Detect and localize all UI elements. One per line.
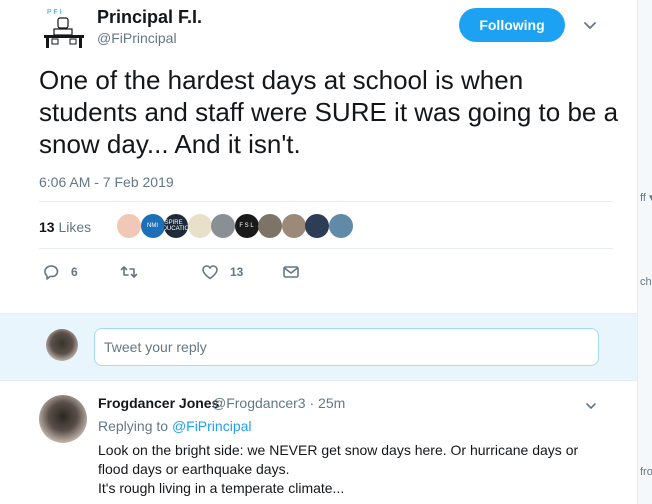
divider bbox=[39, 201, 613, 202]
author-handle[interactable]: @FiPrincipal bbox=[97, 30, 177, 46]
tweet-text: One of the hardest days at school is whe… bbox=[39, 65, 619, 159]
divider bbox=[39, 248, 613, 249]
replying-to-handle-link[interactable]: @FiPrincipal bbox=[172, 418, 252, 434]
retweet-icon bbox=[120, 266, 138, 278]
reply-composer: Tweet your reply bbox=[0, 313, 637, 381]
background-timeline-strip: ff ▾ ch fro bbox=[637, 0, 652, 504]
envelope-icon bbox=[283, 266, 299, 278]
tweet-detail-panel: P F I Principal F.I. @FiPrincipal Follow… bbox=[0, 0, 637, 504]
replying-to-prefix: Replying to bbox=[98, 418, 169, 434]
liker-avatar[interactable]: INSPIRE EDUCATION bbox=[164, 214, 188, 238]
liker-avatar[interactable]: NMI bbox=[140, 214, 165, 238]
direct-message-action[interactable] bbox=[281, 262, 301, 282]
chevron-down-icon[interactable] bbox=[583, 18, 597, 32]
likes-count: 13 bbox=[39, 219, 55, 235]
reply-author-handle[interactable]: @Frogdancer3 · 25m bbox=[212, 395, 345, 411]
following-button[interactable]: Following bbox=[459, 8, 565, 42]
reply-text-line: It's rough living in a temperate climate… bbox=[98, 480, 345, 496]
current-user-avatar[interactable] bbox=[46, 329, 78, 361]
liker-avatar[interactable]: F S L bbox=[234, 214, 259, 238]
liker-avatar[interactable] bbox=[187, 214, 212, 238]
strip-fragment: ch bbox=[640, 276, 652, 288]
reply-text-line: Look on the bright side: we NEVER get sn… bbox=[98, 442, 579, 458]
strip-fragment: ff ▾ bbox=[640, 192, 652, 204]
reply-author-avatar[interactable] bbox=[39, 395, 87, 443]
reply-action[interactable]: 6 bbox=[41, 262, 78, 282]
retweet-action[interactable] bbox=[119, 262, 139, 282]
liker-avatar[interactable] bbox=[117, 214, 141, 238]
reply-count: 6 bbox=[71, 265, 78, 279]
replying-to: Replying to @FiPrincipal bbox=[98, 418, 252, 434]
liker-avatar[interactable] bbox=[258, 214, 282, 238]
likes-summary[interactable]: 13 Likes bbox=[39, 219, 91, 235]
liker-avatar[interactable] bbox=[211, 214, 235, 238]
tweet-timestamp[interactable]: 6:06 AM - 7 Feb 2019 bbox=[39, 174, 174, 190]
logo-letters: P F I bbox=[47, 9, 62, 16]
reply-text-line: flood days or earthquake days. bbox=[98, 461, 290, 477]
reply-tweet[interactable]: Frogdancer Jones @Frogdancer3 · 25m Repl… bbox=[0, 381, 637, 504]
like-count: 13 bbox=[230, 265, 244, 279]
strip-fragment: fro bbox=[640, 466, 652, 478]
reply-author-name[interactable]: Frogdancer Jones bbox=[98, 395, 219, 411]
liker-avatar[interactable] bbox=[281, 214, 306, 238]
author-display-name[interactable]: Principal F.I. bbox=[97, 7, 202, 28]
chevron-down-icon[interactable] bbox=[585, 400, 597, 412]
heart-icon bbox=[202, 265, 218, 280]
reply-icon bbox=[44, 265, 59, 280]
like-action[interactable]: 13 bbox=[200, 262, 243, 282]
profile-avatar[interactable]: P F I bbox=[38, 6, 90, 50]
reply-input[interactable]: Tweet your reply bbox=[94, 328, 599, 366]
likes-label: Likes bbox=[58, 219, 92, 235]
liker-avatar[interactable] bbox=[305, 214, 329, 238]
liker-avatar[interactable] bbox=[328, 214, 353, 238]
reply-tweet-text: Look on the bright side: we NEVER get sn… bbox=[98, 441, 618, 498]
